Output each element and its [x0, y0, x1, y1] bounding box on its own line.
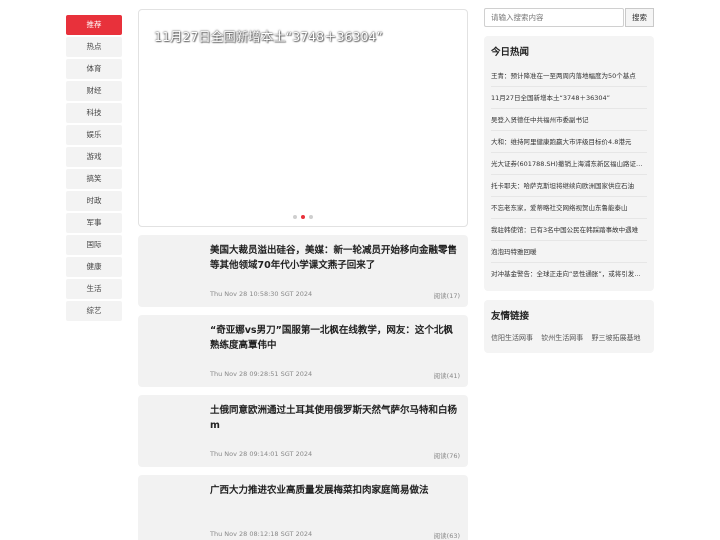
news-time: Thu Nov 28 09:28:51 SGT 2024 [210, 370, 313, 378]
nav-item-life[interactable]: 生活 [66, 279, 122, 299]
news-time: Thu Nov 28 09:14:01 SGT 2024 [210, 450, 313, 458]
category-nav: 推荐 热点 体育 财经 科技 娱乐 游戏 搞笑 时政 军事 国际 健康 生活 综… [66, 15, 122, 323]
nav-item-hot[interactable]: 热点 [66, 37, 122, 57]
nav-item-tech[interactable]: 科技 [66, 103, 122, 123]
nav-item-recommend[interactable]: 推荐 [66, 15, 122, 35]
banner-title[interactable]: 11月27日全国新增本土“3748＋36304” [154, 26, 383, 45]
news-meta: Thu Nov 28 09:28:51 SGT 2024 阅读(41) [210, 370, 460, 380]
carousel-dots [139, 215, 467, 219]
hot-news-panel: 今日热闻 王青：预计降准在一至两周内落地幅度为50个基点 11月27日全国新增本… [484, 36, 654, 291]
friend-links-title: 友情链接 [491, 311, 530, 322]
hot-news-item[interactable]: 王青：预计降准在一至两周内落地幅度为50个基点 [491, 65, 647, 87]
carousel-dot-2[interactable] [301, 215, 305, 219]
carousel-banner[interactable]: 11月27日全国新增本土“3748＋36304” [138, 9, 468, 227]
news-time: Thu Nov 28 08:12:18 SGT 2024 [210, 530, 313, 538]
nav-item-politics[interactable]: 时政 [66, 191, 122, 211]
carousel-dot-1[interactable] [293, 215, 297, 219]
news-read-count: 阅读(17) [433, 292, 460, 300]
news-card[interactable]: 美国大裁员溢出硅谷，美媒：新一轮减员开始移向金融零售等其他领域70年代小学课文燕… [138, 235, 468, 307]
hot-news-item[interactable]: 对冲基金警告：全球正走向“恶性通胀”，或将引发危机 [491, 263, 647, 285]
search-input[interactable] [484, 8, 624, 27]
nav-item-sports[interactable]: 体育 [66, 59, 122, 79]
news-read-count: 阅读(41) [433, 372, 460, 380]
nav-item-finance[interactable]: 财经 [66, 81, 122, 101]
news-read-count: 阅读(76) [433, 452, 460, 460]
hot-news-item[interactable]: 我驻韩使馆：已有3名中国公民在韩踩踏事故中遇难 [491, 219, 647, 241]
news-meta: Thu Nov 28 09:14:01 SGT 2024 阅读(76) [210, 450, 460, 460]
news-card[interactable]: 土俄同意欧洲通过土耳其使用俄罗斯天然气萨尔马特和白杨m Thu Nov 28 0… [138, 395, 468, 467]
nav-item-international[interactable]: 国际 [66, 235, 122, 255]
news-title[interactable]: 土俄同意欧洲通过土耳其使用俄罗斯天然气萨尔马特和白杨m [210, 403, 458, 433]
search-button[interactable]: 搜索 [625, 8, 654, 27]
main-content: 11月27日全国新增本土“3748＋36304” 美国大裁员溢出硅谷，美媒：新一… [138, 9, 468, 540]
hot-news-title: 今日热闻 [491, 47, 530, 58]
news-read-count: 阅读(63) [433, 532, 460, 540]
news-time: Thu Nov 28 10:58:30 SGT 2024 [210, 290, 313, 298]
news-meta: Thu Nov 28 08:12:18 SGT 2024 阅读(63) [210, 530, 460, 540]
friend-link[interactable]: 野三坡拓展基地 [591, 334, 640, 342]
news-title[interactable]: 美国大裁员溢出硅谷，美媒：新一轮减员开始移向金融零售等其他领域70年代小学课文燕… [210, 243, 458, 273]
nav-item-health[interactable]: 健康 [66, 257, 122, 277]
news-meta: Thu Nov 28 10:58:30 SGT 2024 阅读(17) [210, 290, 460, 300]
hot-news-item[interactable]: 托卡耶夫：哈萨克斯坦将继续向欧洲国家供应石油 [491, 175, 647, 197]
nav-item-funny[interactable]: 搞笑 [66, 169, 122, 189]
nav-item-entertainment[interactable]: 娱乐 [66, 125, 122, 145]
sidebar-right: 搜索 今日热闻 王青：预计降准在一至两周内落地幅度为50个基点 11月27日全国… [484, 8, 654, 353]
news-card[interactable]: “奇亚娜vs男刀”国服第一北枫在线教学，网友：这个北枫熟练度高覃伟中 Thu N… [138, 315, 468, 387]
news-title[interactable]: 广西大力推进农业高质量发展梅菜扣肉家庭简易做法 [210, 483, 458, 498]
hot-news-item[interactable]: 吴登入贤德任中共福州市委副书记 [491, 109, 647, 131]
hot-news-item[interactable]: 泡泡玛特雅回暖 [491, 241, 647, 263]
hot-news-item[interactable]: 光大证券(601788.SH)撤销上海浦东新区福山路证券营业部 [491, 153, 647, 175]
hot-news-item[interactable]: 大和：维持阿里健康跑赢大市评级目标价4.8港元 [491, 131, 647, 153]
news-card[interactable]: 广西大力推进农业高质量发展梅菜扣肉家庭简易做法 Thu Nov 28 08:12… [138, 475, 468, 540]
friend-links-panel: 友情链接 信阳生活网事 钦州生活网事 野三坡拓展基地 [484, 300, 654, 353]
friend-link[interactable]: 钦州生活网事 [541, 334, 583, 342]
news-title[interactable]: “奇亚娜vs男刀”国服第一北枫在线教学，网友：这个北枫熟练度高覃伟中 [210, 323, 458, 353]
nav-item-games[interactable]: 游戏 [66, 147, 122, 167]
friend-links-list: 信阳生活网事 钦州生活网事 野三坡拓展基地 [491, 329, 647, 347]
hot-news-item[interactable]: 11月27日全国新增本土“3748＋36304” [491, 87, 647, 109]
carousel-dot-3[interactable] [309, 215, 313, 219]
hot-news-item[interactable]: 不忘老东家，爱蒂略社交网络视贺山东鲁能泰山 [491, 197, 647, 219]
friend-link[interactable]: 信阳生活网事 [491, 334, 533, 342]
search-bar: 搜索 [484, 8, 654, 27]
nav-item-military[interactable]: 军事 [66, 213, 122, 233]
nav-item-variety[interactable]: 综艺 [66, 301, 122, 321]
